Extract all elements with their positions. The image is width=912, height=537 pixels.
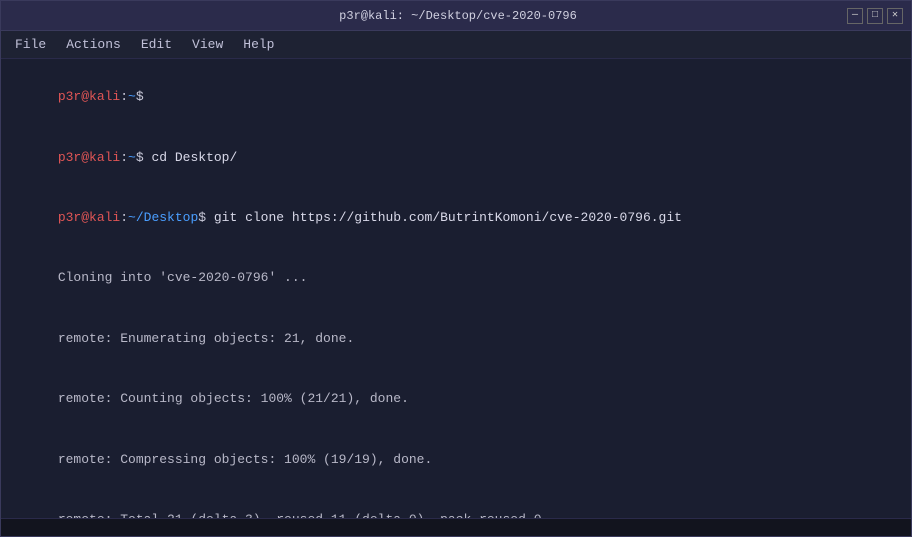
terminal-line-7: remote: Compressing objects: 100% (19/19…: [11, 430, 901, 490]
close-button[interactable]: ✕: [887, 8, 903, 24]
terminal-line-8: remote: Total 21 (delta 3), reused 11 (d…: [11, 490, 901, 518]
title-bar: p3r@kali: ~/Desktop/cve-2020-0796 — □ ✕: [1, 1, 911, 31]
window-controls: — □ ✕: [847, 8, 903, 24]
terminal-line-6: remote: Counting objects: 100% (21/21), …: [11, 369, 901, 429]
status-bar: [1, 518, 911, 536]
terminal-line-2: p3r@kali:~$ cd Desktop/: [11, 127, 901, 187]
menu-file[interactable]: File: [5, 33, 56, 56]
terminal-line-4: Cloning into 'cve-2020-0796' ...: [11, 248, 901, 308]
minimize-button[interactable]: —: [847, 8, 863, 24]
maximize-button[interactable]: □: [867, 8, 883, 24]
menu-view[interactable]: View: [182, 33, 233, 56]
terminal-window: p3r@kali: ~/Desktop/cve-2020-0796 — □ ✕ …: [0, 0, 912, 537]
menu-actions[interactable]: Actions: [56, 33, 131, 56]
window-title: p3r@kali: ~/Desktop/cve-2020-0796: [69, 9, 847, 23]
menu-help[interactable]: Help: [233, 33, 284, 56]
terminal-line-1: p3r@kali:~$: [11, 67, 901, 127]
terminal-line-3: p3r@kali:~/Desktop$ git clone https://gi…: [11, 188, 901, 248]
menu-bar: File Actions Edit View Help: [1, 31, 911, 59]
menu-edit[interactable]: Edit: [131, 33, 182, 56]
terminal-body[interactable]: p3r@kali:~$ p3r@kali:~$ cd Desktop/ p3r@…: [1, 59, 911, 518]
terminal-line-5: remote: Enumerating objects: 21, done.: [11, 309, 901, 369]
